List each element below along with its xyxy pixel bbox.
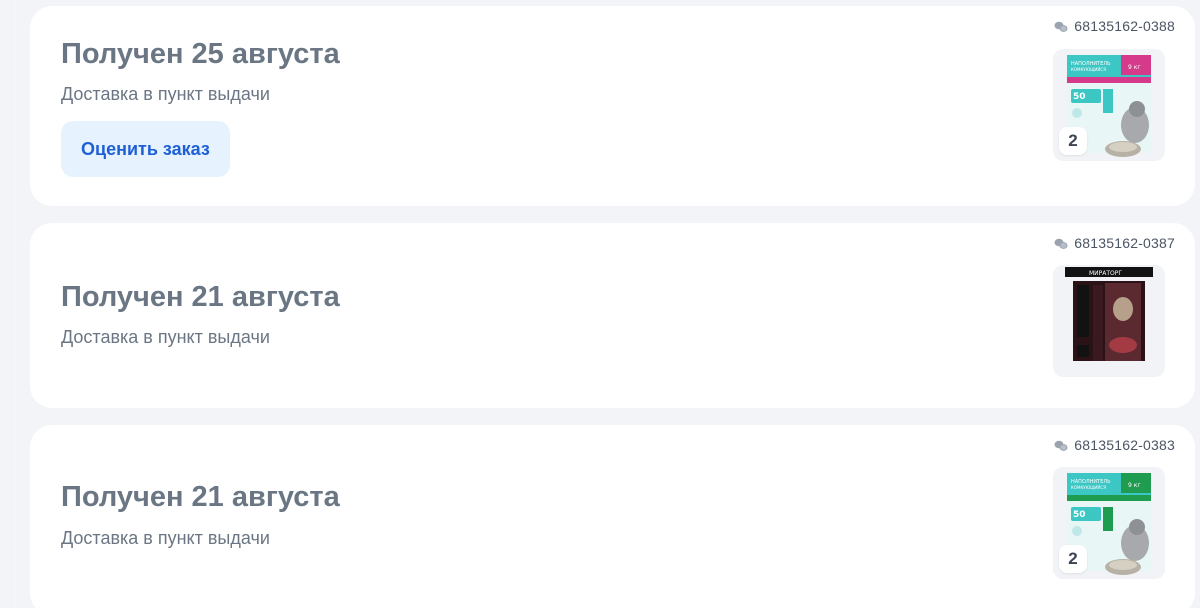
order-status-title: Получен 21 августа — [61, 481, 340, 513]
svg-text:КОМКУЮЩИЙСЯ: КОМКУЮЩИЙСЯ — [1071, 67, 1106, 72]
product-thumbnail[interactable]: НАПОЛНИТЕЛЬ КОМКУЮЩИЙСЯ 9 кг 50 2 — [1053, 49, 1165, 161]
order-number[interactable]: 68135162-0387 — [1054, 235, 1175, 251]
order-card[interactable]: 68135162-0388 Получен 25 августа Доставк… — [30, 6, 1195, 206]
order-card[interactable]: 68135162-0387 Получен 21 августа Доставк… — [30, 223, 1195, 408]
chat-bubbles-icon — [1054, 20, 1068, 32]
item-quantity-badge: 2 — [1059, 127, 1087, 155]
delivery-method: Доставка в пункт выдачи — [61, 84, 270, 104]
order-number-text: 68135162-0383 — [1074, 437, 1175, 453]
miratorg-pet-food-package-icon: МИРАТОРГ — [1065, 267, 1153, 361]
svg-text:МИРАТОРГ: МИРАТОРГ — [1089, 270, 1122, 277]
svg-text:9 кг: 9 кг — [1128, 64, 1141, 71]
orders-page: 68135162-0388 Получен 25 августа Доставк… — [0, 0, 1200, 608]
order-number[interactable]: 68135162-0383 — [1054, 437, 1175, 453]
order-number[interactable]: 68135162-0388 — [1054, 18, 1175, 34]
svg-text:50: 50 — [1073, 510, 1086, 520]
order-status-title: Получен 25 августа — [61, 38, 340, 70]
order-card[interactable]: 68135162-0383 Получен 21 августа Доставк… — [30, 425, 1195, 608]
svg-text:50: 50 — [1073, 92, 1086, 102]
svg-text:9 кг: 9 кг — [1128, 482, 1141, 489]
page-divider — [14, 0, 15, 608]
item-quantity-badge: 2 — [1059, 545, 1087, 573]
rate-order-button[interactable]: Оценить заказ — [61, 121, 230, 177]
order-number-text: 68135162-0387 — [1074, 235, 1175, 251]
product-thumbnail[interactable]: НАПОЛНИТЕЛЬ КОМКУЮЩИЙСЯ 9 кг 50 2 — [1053, 467, 1165, 579]
delivery-method: Доставка в пункт выдачи — [61, 528, 270, 548]
delivery-method: Доставка в пункт выдачи — [61, 327, 270, 347]
svg-text:КОМКУЮЩИЙСЯ: КОМКУЮЩИЙСЯ — [1071, 485, 1106, 490]
product-thumbnail[interactable]: МИРАТОРГ — [1053, 265, 1165, 377]
order-status-title: Получен 21 августа — [61, 281, 340, 313]
order-number-text: 68135162-0388 — [1074, 18, 1175, 34]
chat-bubbles-icon — [1054, 439, 1068, 451]
chat-bubbles-icon — [1054, 237, 1068, 249]
